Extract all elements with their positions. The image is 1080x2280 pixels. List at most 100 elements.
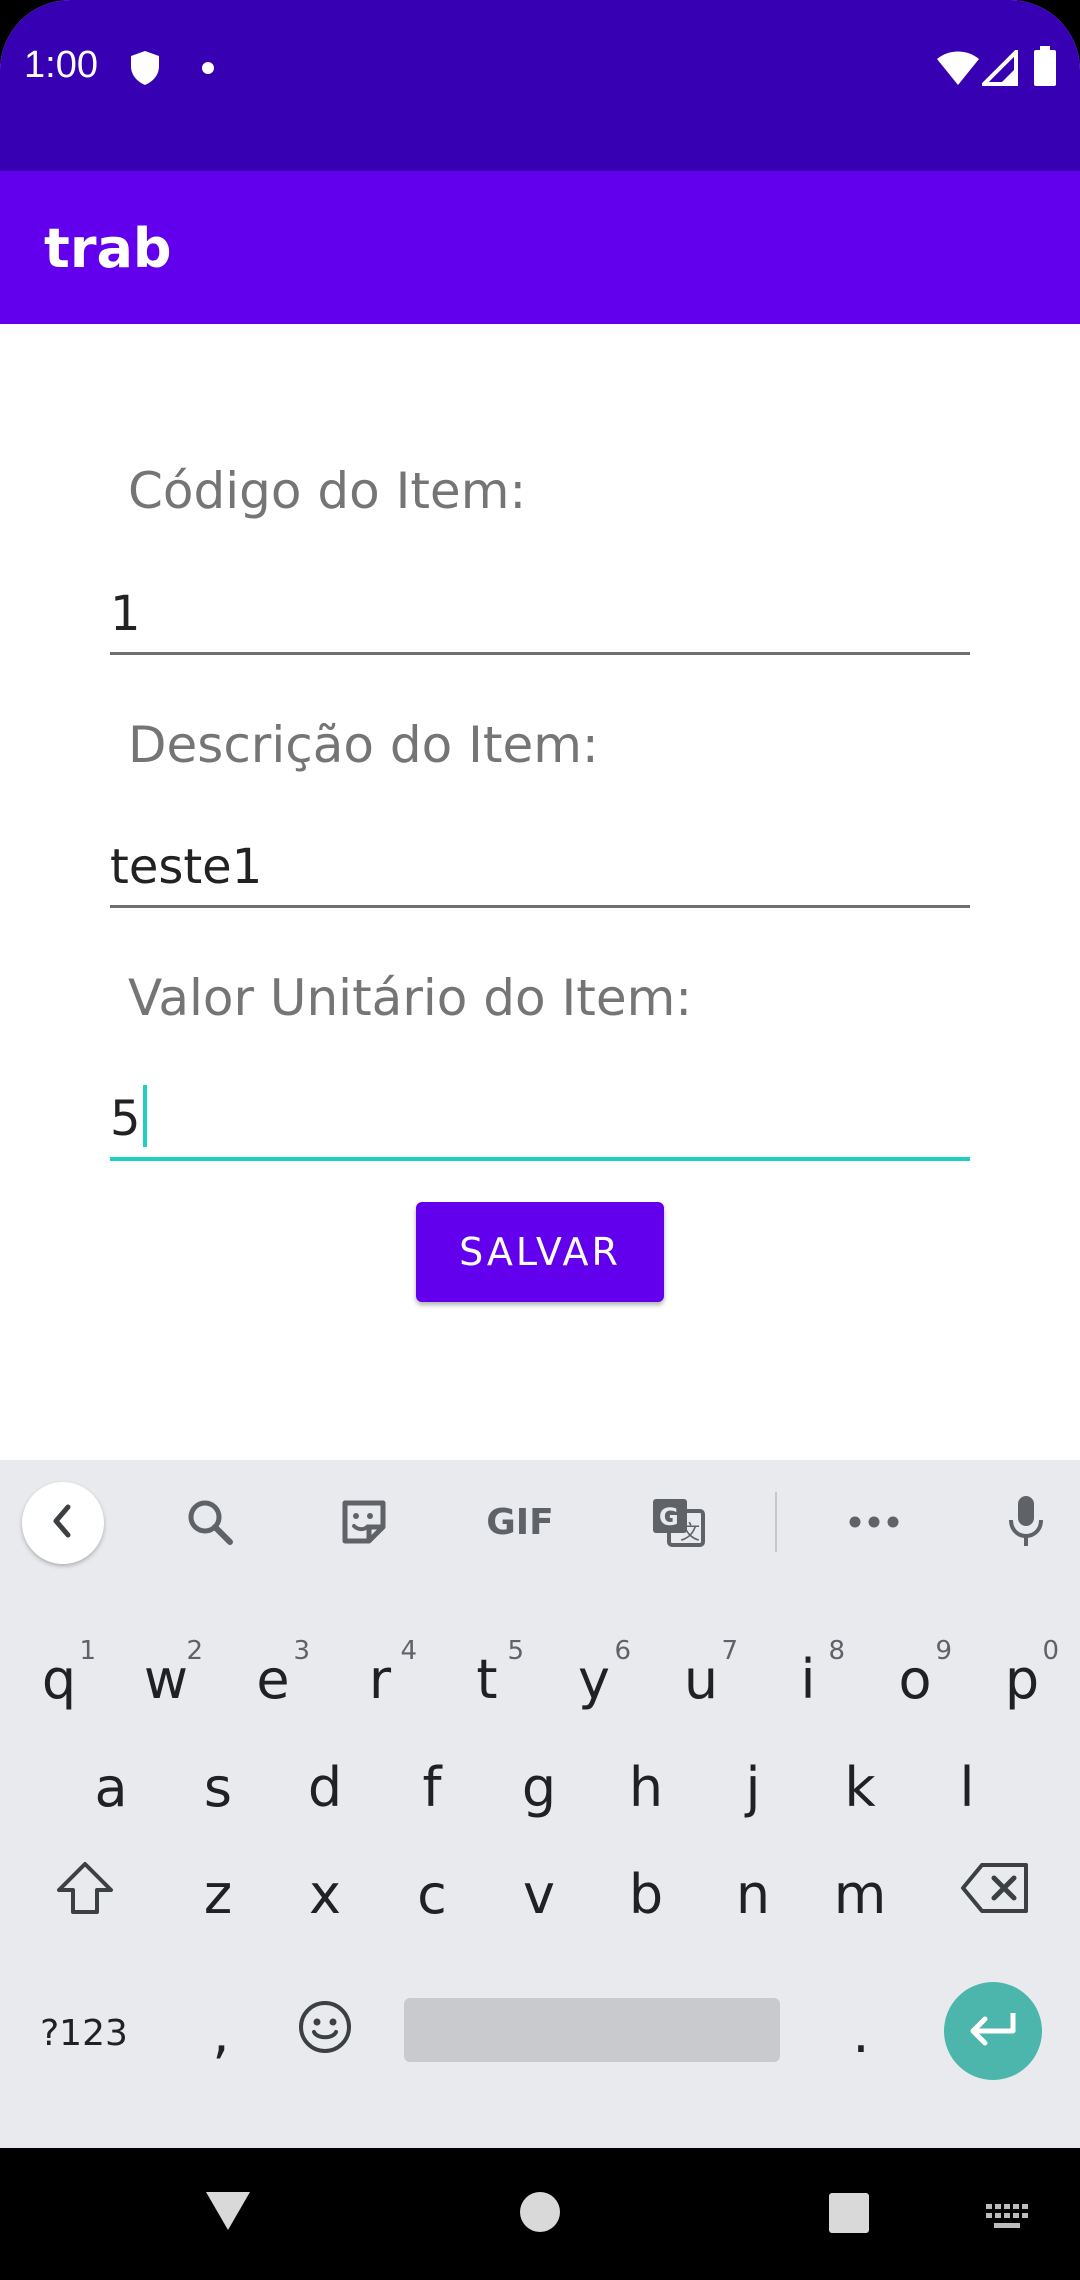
key-f[interactable]: f xyxy=(387,1732,477,1842)
shift-key[interactable] xyxy=(40,1839,130,1949)
translate-icon[interactable]: G文 xyxy=(648,1492,708,1552)
code-value: 1 xyxy=(110,586,141,642)
key-hint: 8 xyxy=(828,1636,845,1666)
emoji-key[interactable] xyxy=(280,1978,370,2088)
svg-text:G: G xyxy=(659,1503,679,1531)
key-hint: 3 xyxy=(293,1636,310,1666)
toolbar-collapse-button[interactable] xyxy=(22,1482,104,1564)
price-value-wrap: 5 xyxy=(110,1085,147,1147)
description-value: teste1 xyxy=(110,839,263,895)
enter-key[interactable] xyxy=(944,1982,1042,2080)
phone-screen: 1:00 trab Código do Item: 1 Descrição do… xyxy=(0,0,1080,2280)
key-v[interactable]: v xyxy=(494,1839,584,1949)
status-time: 1:00 xyxy=(24,44,98,86)
soft-keyboard: GIF G文 ?123 , . q 1 w 2 e 3 r 4 t 5 y 6 … xyxy=(0,1460,1080,2148)
key-hint: 1 xyxy=(79,1636,96,1666)
keyboard-toolbar: GIF G文 xyxy=(0,1460,1080,1584)
app-title: trab xyxy=(44,217,172,280)
key-label: y xyxy=(578,1647,610,1711)
key-hint: 7 xyxy=(721,1636,738,1666)
key-u[interactable]: u7 xyxy=(656,1624,746,1734)
key-label: o xyxy=(898,1647,932,1711)
key-hint: 9 xyxy=(935,1636,952,1666)
battery-icon xyxy=(1034,46,1056,91)
keyboard-switch-icon[interactable] xyxy=(986,2204,1030,2237)
key-t[interactable]: t5 xyxy=(442,1624,532,1734)
search-icon[interactable] xyxy=(180,1492,240,1552)
cellular-signal-icon xyxy=(979,47,1018,91)
gif-button[interactable]: GIF xyxy=(482,1492,558,1552)
key-label: u xyxy=(683,1647,719,1711)
key-k[interactable]: k xyxy=(815,1732,905,1842)
spacebar-key[interactable] xyxy=(404,1998,780,2062)
symbols-key[interactable]: ?123 xyxy=(24,1978,144,2088)
key-hint: 6 xyxy=(614,1636,631,1666)
key-label: t xyxy=(476,1647,498,1711)
notification-dot-icon xyxy=(201,61,215,80)
key-b[interactable]: b xyxy=(601,1839,691,1949)
key-h[interactable]: h xyxy=(601,1732,691,1842)
key-label: r xyxy=(368,1647,392,1711)
key-w[interactable]: w2 xyxy=(121,1624,211,1734)
key-j[interactable]: j xyxy=(708,1732,798,1842)
chevron-left-icon xyxy=(48,1503,78,1544)
key-g[interactable]: g xyxy=(494,1732,584,1842)
back-triangle-icon[interactable] xyxy=(204,2190,252,2237)
key-o[interactable]: o9 xyxy=(870,1624,960,1734)
status-bar: 1:00 xyxy=(0,0,1080,171)
gif-label: GIF xyxy=(486,1501,554,1543)
key-x[interactable]: x xyxy=(280,1839,370,1949)
price-field[interactable]: 5 xyxy=(110,1077,970,1161)
enter-icon xyxy=(967,2009,1019,2054)
key-hint: 4 xyxy=(400,1636,417,1666)
save-button[interactable]: SALVAR xyxy=(416,1202,664,1302)
key-n[interactable]: n xyxy=(708,1839,798,1949)
app-bar: trab xyxy=(0,171,1080,324)
key-hint: 5 xyxy=(507,1636,524,1666)
keyboard-keys: ?123 , . q1w2e3r4t5y6u7i8o9p0asdfghjklzx… xyxy=(0,1584,1080,2148)
navigation-bar xyxy=(0,2148,1080,2280)
text-cursor xyxy=(142,1085,147,1147)
wifi-icon xyxy=(936,50,980,91)
microphone-icon[interactable] xyxy=(996,1492,1056,1552)
more-options-icon[interactable] xyxy=(844,1492,904,1552)
backspace-icon xyxy=(960,1862,1030,1927)
price-label: Valor Unitário do Item: xyxy=(128,969,693,1027)
recents-square-icon[interactable] xyxy=(828,2192,870,2239)
period-key[interactable]: . xyxy=(816,1978,906,2088)
backspace-key[interactable] xyxy=(950,1839,1040,1949)
key-label: i xyxy=(800,1647,816,1711)
key-q[interactable]: q1 xyxy=(14,1624,104,1734)
key-a[interactable]: a xyxy=(66,1732,156,1842)
key-y[interactable]: y6 xyxy=(549,1624,639,1734)
shift-icon xyxy=(55,1860,115,1929)
key-l[interactable]: l xyxy=(922,1732,1012,1842)
comma-key[interactable]: , xyxy=(176,1978,266,2088)
key-label: e xyxy=(256,1647,290,1711)
key-m[interactable]: m xyxy=(815,1839,905,1949)
key-e[interactable]: e3 xyxy=(228,1624,318,1734)
sticker-icon[interactable] xyxy=(334,1492,394,1552)
key-hint: 2 xyxy=(186,1636,203,1666)
svg-text:文: 文 xyxy=(680,1520,700,1544)
key-label: p xyxy=(1004,1647,1040,1711)
key-label: q xyxy=(41,1647,77,1711)
key-z[interactable]: z xyxy=(173,1839,263,1949)
home-circle-icon[interactable] xyxy=(518,2190,562,2239)
toolbar-separator xyxy=(775,1492,777,1552)
code-label: Código do Item: xyxy=(128,462,527,520)
description-label: Descrição do Item: xyxy=(128,716,599,774)
key-r[interactable]: r4 xyxy=(335,1624,425,1734)
form-content: Código do Item: 1 Descrição do Item: tes… xyxy=(0,324,1080,1460)
key-p[interactable]: p0 xyxy=(977,1624,1067,1734)
emoji-icon xyxy=(297,1999,353,2068)
key-s[interactable]: s xyxy=(173,1732,263,1842)
shield-icon xyxy=(130,50,160,91)
code-field[interactable]: 1 xyxy=(110,572,970,655)
description-field[interactable]: teste1 xyxy=(110,825,970,908)
key-d[interactable]: d xyxy=(280,1732,370,1842)
key-label: w xyxy=(143,1647,189,1711)
key-c[interactable]: c xyxy=(387,1839,477,1949)
key-hint: 0 xyxy=(1042,1636,1059,1666)
key-i[interactable]: i8 xyxy=(763,1624,853,1734)
